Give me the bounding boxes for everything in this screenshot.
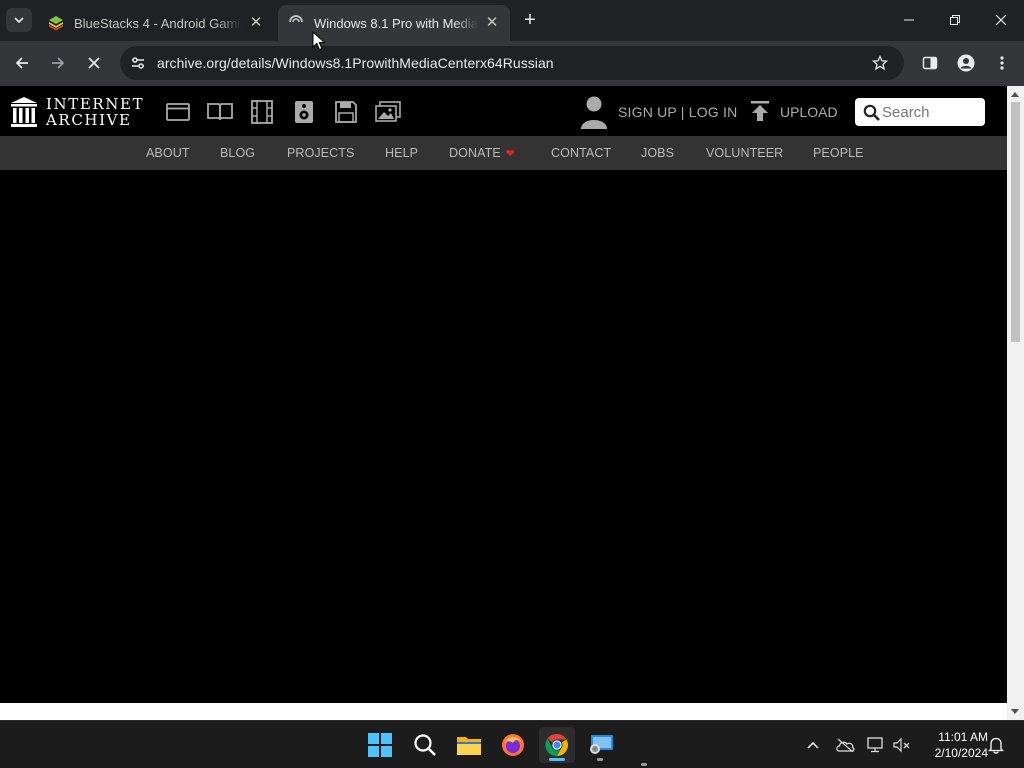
page-content-area — [0, 170, 1007, 703]
chrome-button[interactable] — [539, 727, 575, 763]
nav-people[interactable]: PEOPLE — [813, 146, 864, 160]
chrome-icon — [545, 733, 568, 757]
signup-login-link[interactable]: SIGN UP | LOG IN — [618, 104, 737, 120]
software-icon[interactable] — [333, 99, 359, 125]
tab-title: BlueStacks 4 - Android Gaming — [74, 15, 242, 31]
clock-date: 2/10/2024 — [934, 746, 988, 760]
network-icon[interactable] — [866, 735, 886, 755]
bluestacks-icon — [48, 15, 64, 31]
tab-title: Windows 8.1 Pro with Media Ce — [314, 15, 478, 31]
search-icon — [414, 734, 436, 756]
firefox-button[interactable] — [495, 727, 531, 763]
search-icon — [863, 104, 880, 121]
side-panel-button[interactable] — [915, 49, 945, 77]
texts-icon[interactable] — [207, 99, 233, 125]
running-app-indicator — [641, 763, 647, 766]
ia-logo[interactable]: INTERNET ARCHIVE — [10, 96, 144, 128]
start-button[interactable] — [362, 727, 398, 763]
ia-search-input[interactable] — [882, 102, 980, 122]
firefox-icon — [502, 734, 524, 756]
remote-desktop-icon — [590, 735, 613, 754]
tab-close-icon[interactable]: ✕ — [484, 15, 500, 31]
nav-projects[interactable]: PROJECTS — [287, 146, 354, 160]
forward-button[interactable] — [43, 49, 73, 77]
more-vert-icon — [1000, 56, 1004, 70]
side-panel-icon — [922, 56, 938, 70]
close-icon — [88, 57, 100, 69]
minimize-icon — [904, 19, 914, 21]
minimize-button[interactable] — [886, 0, 932, 40]
arrow-left-icon — [15, 57, 28, 69]
windows-taskbar: 11:01 AM 2/10/2024 — [0, 720, 1024, 768]
onedrive-icon[interactable] — [835, 735, 855, 755]
logo-line-1: INTERNET — [46, 95, 145, 113]
user-icon[interactable] — [580, 95, 608, 129]
nav-blog[interactable]: BLOG — [220, 146, 255, 160]
menu-button[interactable] — [987, 49, 1017, 77]
taskbar-search-button[interactable] — [407, 727, 443, 763]
audio-icon[interactable] — [291, 99, 317, 125]
restore-icon — [950, 15, 960, 25]
video-icon[interactable] — [249, 99, 275, 125]
nav-donate[interactable]: DONATE ❤ — [449, 146, 515, 160]
site-info-icon[interactable] — [128, 53, 148, 73]
page-viewport: INTERNET ARCHIVE SIGN UP | LOG IN UPLOAD… — [0, 86, 1024, 720]
active-app-indicator — [549, 758, 565, 761]
profile-icon — [957, 54, 975, 72]
file-explorer-button[interactable] — [451, 727, 487, 763]
nav-help[interactable]: HELP — [385, 146, 418, 160]
taskbar-clock[interactable]: 11:01 AM 2/10/2024 — [922, 729, 988, 761]
browser-tab-strip: BlueStacks 4 - Android Gaming ✕ Windows … — [0, 0, 1024, 41]
running-app-indicator — [597, 758, 603, 761]
restore-button[interactable] — [932, 0, 978, 40]
chevron-down-icon — [14, 17, 24, 24]
archive-building-icon — [11, 97, 37, 127]
images-icon[interactable] — [375, 99, 401, 125]
profile-button[interactable] — [951, 49, 981, 77]
mouse-cursor-icon — [312, 31, 326, 51]
address-bar[interactable]: archive.org/details/Windows8.1ProwithMed… — [120, 46, 904, 80]
scrollbar-thumb[interactable] — [1011, 102, 1020, 342]
tab-bluestacks[interactable]: BlueStacks 4 - Android Gaming ✕ — [38, 5, 274, 41]
logo-line-2: ARCHIVE — [46, 111, 132, 129]
clock-time: 11:01 AM — [938, 730, 988, 744]
nav-contact[interactable]: CONTACT — [551, 146, 611, 160]
nav-volunteer[interactable]: VOLUNTEER — [706, 146, 783, 160]
page-scrollbar[interactable] — [1007, 86, 1024, 720]
browser-toolbar: archive.org/details/Windows8.1ProwithMed… — [0, 41, 1024, 86]
nav-donate-label: DONATE — [449, 146, 501, 160]
page-footer-strip — [0, 703, 1007, 720]
scroll-down-arrow-icon[interactable] — [1011, 709, 1019, 714]
notification-bell-icon[interactable] — [986, 735, 1006, 755]
ia-search-box[interactable] — [855, 98, 985, 126]
chevron-up-icon — [807, 741, 819, 749]
ia-top-bar: INTERNET ARCHIVE SIGN UP | LOG IN UPLOAD… — [0, 86, 1007, 136]
file-explorer-icon — [457, 737, 481, 755]
back-button[interactable] — [7, 49, 37, 77]
volume-muted-icon[interactable] — [892, 735, 912, 755]
internet-archive-icon — [288, 15, 304, 31]
close-window-button[interactable] — [978, 0, 1024, 40]
upload-link[interactable]: UPLOAD — [780, 104, 838, 120]
tab-search-button[interactable] — [6, 8, 32, 32]
scroll-up-arrow-icon[interactable] — [1011, 92, 1019, 97]
close-icon — [995, 14, 1007, 26]
nav-jobs[interactable]: JOBS — [641, 146, 674, 160]
show-hidden-icons-button[interactable] — [803, 735, 823, 755]
ia-wordmark: INTERNET ARCHIVE — [46, 96, 144, 128]
nav-about[interactable]: ABOUT — [146, 146, 190, 160]
bookmark-star-icon[interactable] — [870, 53, 890, 73]
upload-icon[interactable] — [750, 100, 770, 122]
tab-close-icon[interactable]: ✕ — [248, 15, 264, 31]
web-icon[interactable] — [165, 99, 191, 125]
start-icon — [368, 733, 392, 757]
new-tab-button[interactable]: + — [518, 10, 542, 32]
ia-nav-bar: ABOUT BLOG PROJECTS HELP DONATE ❤ CONTACT… — [0, 136, 1007, 170]
remote-desktop-button[interactable] — [583, 727, 619, 763]
arrow-right-icon — [52, 57, 65, 69]
url-text: archive.org/details/Windows8.1ProwithMed… — [157, 55, 554, 71]
stop-loading-button[interactable] — [79, 49, 109, 77]
heart-icon: ❤ — [505, 148, 516, 160]
